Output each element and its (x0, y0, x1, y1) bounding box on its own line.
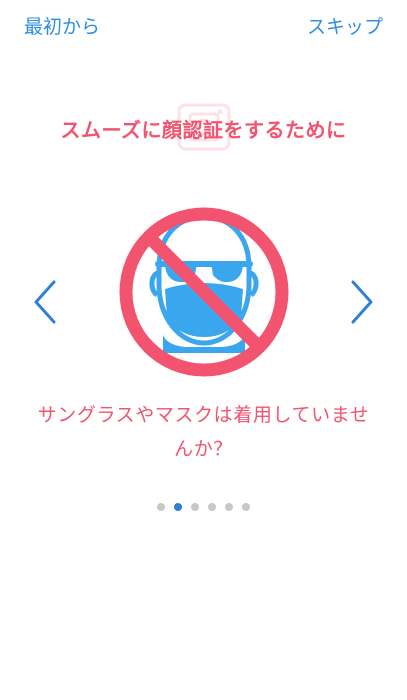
page-dot[interactable] (242, 503, 250, 511)
question-line-1: サングラスやマスクは着用していませ (37, 404, 370, 426)
page-dot[interactable] (191, 503, 199, 511)
page-dot[interactable] (208, 503, 216, 511)
top-navigation-bar: 最初から スキップ (0, 0, 407, 56)
restart-button[interactable]: 最初から (24, 14, 100, 40)
page-headline: スムーズに顔認証をするために (60, 118, 347, 142)
page-dot[interactable] (157, 503, 165, 511)
page-dot[interactable] (225, 503, 233, 511)
no-sunglasses-mask-icon (119, 207, 289, 377)
skip-button[interactable]: スキップ (307, 14, 383, 40)
question-text: サングラスやマスクは着用していませ んか？ (18, 398, 389, 466)
chevron-left-icon[interactable] (30, 278, 60, 326)
chevron-right-icon[interactable] (347, 278, 377, 326)
page-dot-active[interactable] (174, 503, 182, 511)
page-indicator (0, 503, 407, 513)
question-line-2: んか？ (174, 438, 233, 460)
